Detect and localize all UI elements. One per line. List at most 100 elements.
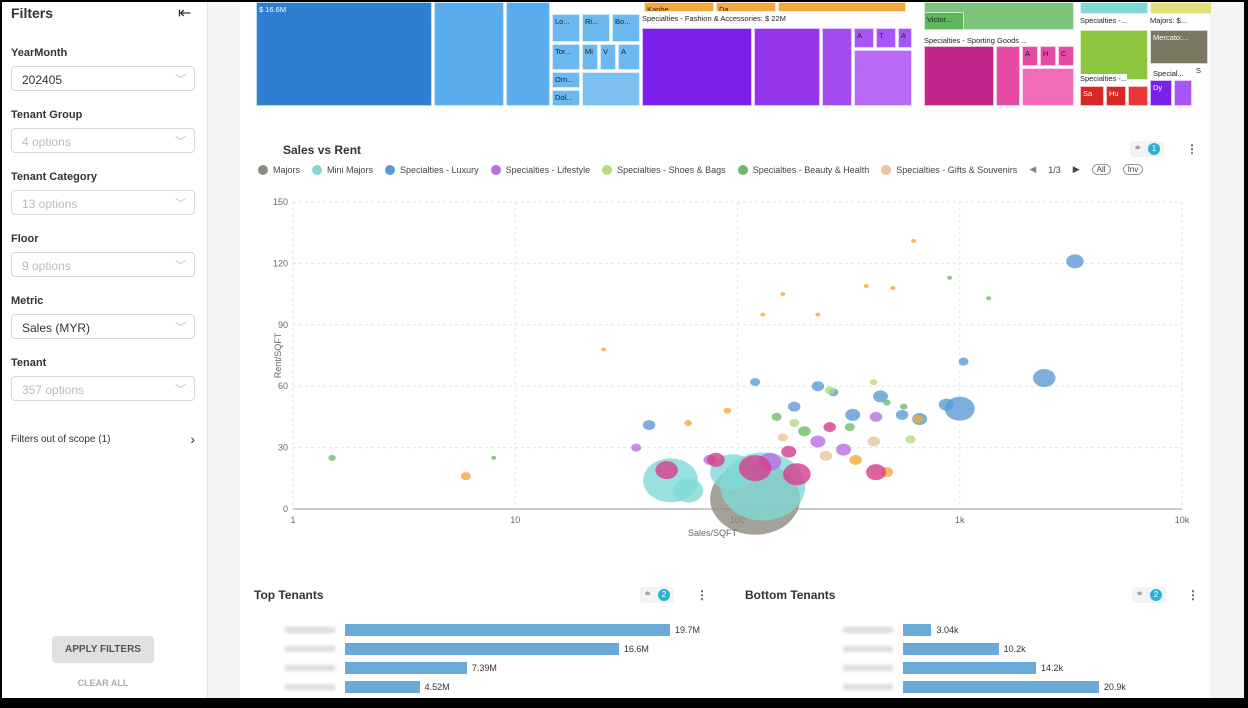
legend-next-icon[interactable]: ▶ [1073,164,1080,175]
scatter-point[interactable] [460,472,471,481]
bar[interactable] [345,681,420,693]
bar[interactable] [903,662,1037,674]
treemap-tile[interactable] [822,28,852,106]
scatter-point[interactable] [823,422,836,433]
legend-item[interactable]: Mini Majors [312,164,373,175]
treemap-tile[interactable]: Mi [582,44,598,70]
legend-invert-button[interactable]: Inv [1122,164,1144,175]
bar[interactable] [345,624,670,636]
filter-select[interactable]: 357 options ﹀ [11,376,195,401]
clear-all-button[interactable]: CLEAR ALL [52,678,154,688]
scatter-point[interactable] [824,386,835,395]
treemap-tile[interactable]: Bo... [612,14,640,42]
filter-badge[interactable]: ⩧ 1 [1130,141,1164,157]
scatter-point[interactable] [911,238,917,243]
treemap-tile[interactable] [1150,2,1212,14]
legend-item[interactable]: Majors [258,164,300,175]
scatter-point[interactable] [655,461,678,480]
scatter-point[interactable] [673,478,704,503]
scatter-point[interactable] [947,275,953,280]
treemap-tile[interactable]: Mercato:... [1150,30,1208,64]
scatter-point[interactable] [781,445,797,458]
scatter-point[interactable] [938,398,954,411]
treemap-tile[interactable]: A [898,28,912,48]
top-filter-badge[interactable]: ⩧ 2 [640,587,674,603]
scatter-point[interactable] [986,296,992,301]
scatter-point[interactable] [723,407,732,414]
treemap-tile[interactable]: Victor... [924,12,964,30]
legend-prev-icon[interactable]: ◀ [1029,164,1036,175]
scatter-point[interactable] [867,436,880,447]
scatter-point[interactable] [958,357,969,366]
treemap-tile[interactable] [754,28,820,106]
scatter-point[interactable] [849,454,862,465]
filters-out-of-scope[interactable]: Filters out of scope (1) › [11,431,195,447]
scatter-point[interactable] [789,419,800,428]
scatter-point[interactable] [601,347,607,352]
treemap-tile[interactable]: A [618,44,640,70]
treemap-tile[interactable]: V [600,44,616,70]
scatter-point[interactable] [811,381,825,392]
scatter-point[interactable] [869,379,878,386]
treemap-tile[interactable]: Ri... [582,14,610,42]
treemap-tile[interactable] [996,46,1020,106]
scatter-point[interactable] [815,312,821,317]
scatter-point[interactable] [780,292,786,297]
scatter-point[interactable] [810,435,826,448]
scatter-point[interactable] [863,283,869,288]
treemap-tile[interactable] [1128,86,1148,106]
scatter-point[interactable] [642,420,656,431]
scatter-point[interactable] [783,463,811,486]
bar[interactable] [345,643,619,655]
filter-select[interactable]: 9 options ﹀ [11,252,195,277]
treemap-tile[interactable]: Lo... [552,14,580,42]
bar[interactable] [903,624,932,636]
legend-all-button[interactable]: All [1091,164,1111,175]
treemap-tile[interactable]: Dy [1150,80,1172,106]
treemap-tile[interactable] [582,72,640,106]
scatter-point[interactable] [895,409,909,420]
scatter-point[interactable] [684,420,692,427]
treemap-tile[interactable]: H [1040,46,1056,66]
treemap-tile[interactable]: Sa [1080,86,1104,106]
more-menu-icon[interactable]: ⋮ [1187,588,1199,602]
scatter-point[interactable] [845,408,861,421]
treemap-tile[interactable]: Kanbe ... [644,2,714,12]
treemap-tile[interactable]: Dol... [552,90,580,106]
treemap-tile[interactable] [1080,30,1148,80]
scatter-point[interactable] [631,443,642,452]
legend-item[interactable]: Specialties - Lifestyle [490,164,590,175]
scatter-point[interactable] [844,423,855,432]
legend-item[interactable]: Specialties - Beauty & Health [737,164,869,175]
scatter-point[interactable] [771,412,782,421]
scatter-point[interactable] [750,378,761,387]
scatter-point[interactable] [905,435,916,444]
treemap-tile[interactable]: Hu [1106,86,1126,106]
bar[interactable] [903,643,999,655]
more-menu-icon[interactable]: ⋮ [1186,142,1198,156]
scatter-point[interactable] [869,411,883,422]
legend-item[interactable]: Specialties - Gifts & Souvenirs [881,164,1017,175]
treemap-tile[interactable] [1022,68,1074,106]
treemap-tile[interactable]: A [1022,46,1038,66]
legend-item[interactable]: Specialties - Luxury [385,164,479,175]
treemap-tile[interactable] [1174,80,1192,106]
scatter-point[interactable] [913,414,924,423]
treemap-tile[interactable] [506,2,550,106]
scatter-point[interactable] [883,399,891,406]
treemap-tile[interactable] [642,28,752,106]
scatter-point[interactable] [760,312,766,317]
treemap-tile[interactable]: T [876,28,896,48]
filter-select[interactable]: Sales (MYR) ﹀ [11,314,195,339]
scatter-point[interactable] [328,454,336,461]
collapse-sidebar-icon[interactable]: ⇤ [178,3,191,23]
more-menu-icon[interactable]: ⋮ [696,588,708,602]
filter-select[interactable]: 202405 ﹀ [11,66,195,91]
treemap-tile[interactable] [924,46,994,106]
treemap-tile[interactable]: Tor... [552,44,580,70]
scatter-point[interactable] [866,464,887,481]
scatter-point[interactable] [491,455,497,460]
treemap-tile[interactable]: $ 16.6M [256,2,432,106]
treemap-tile[interactable]: Special... [1150,66,1186,80]
scatter-point[interactable] [836,443,852,456]
